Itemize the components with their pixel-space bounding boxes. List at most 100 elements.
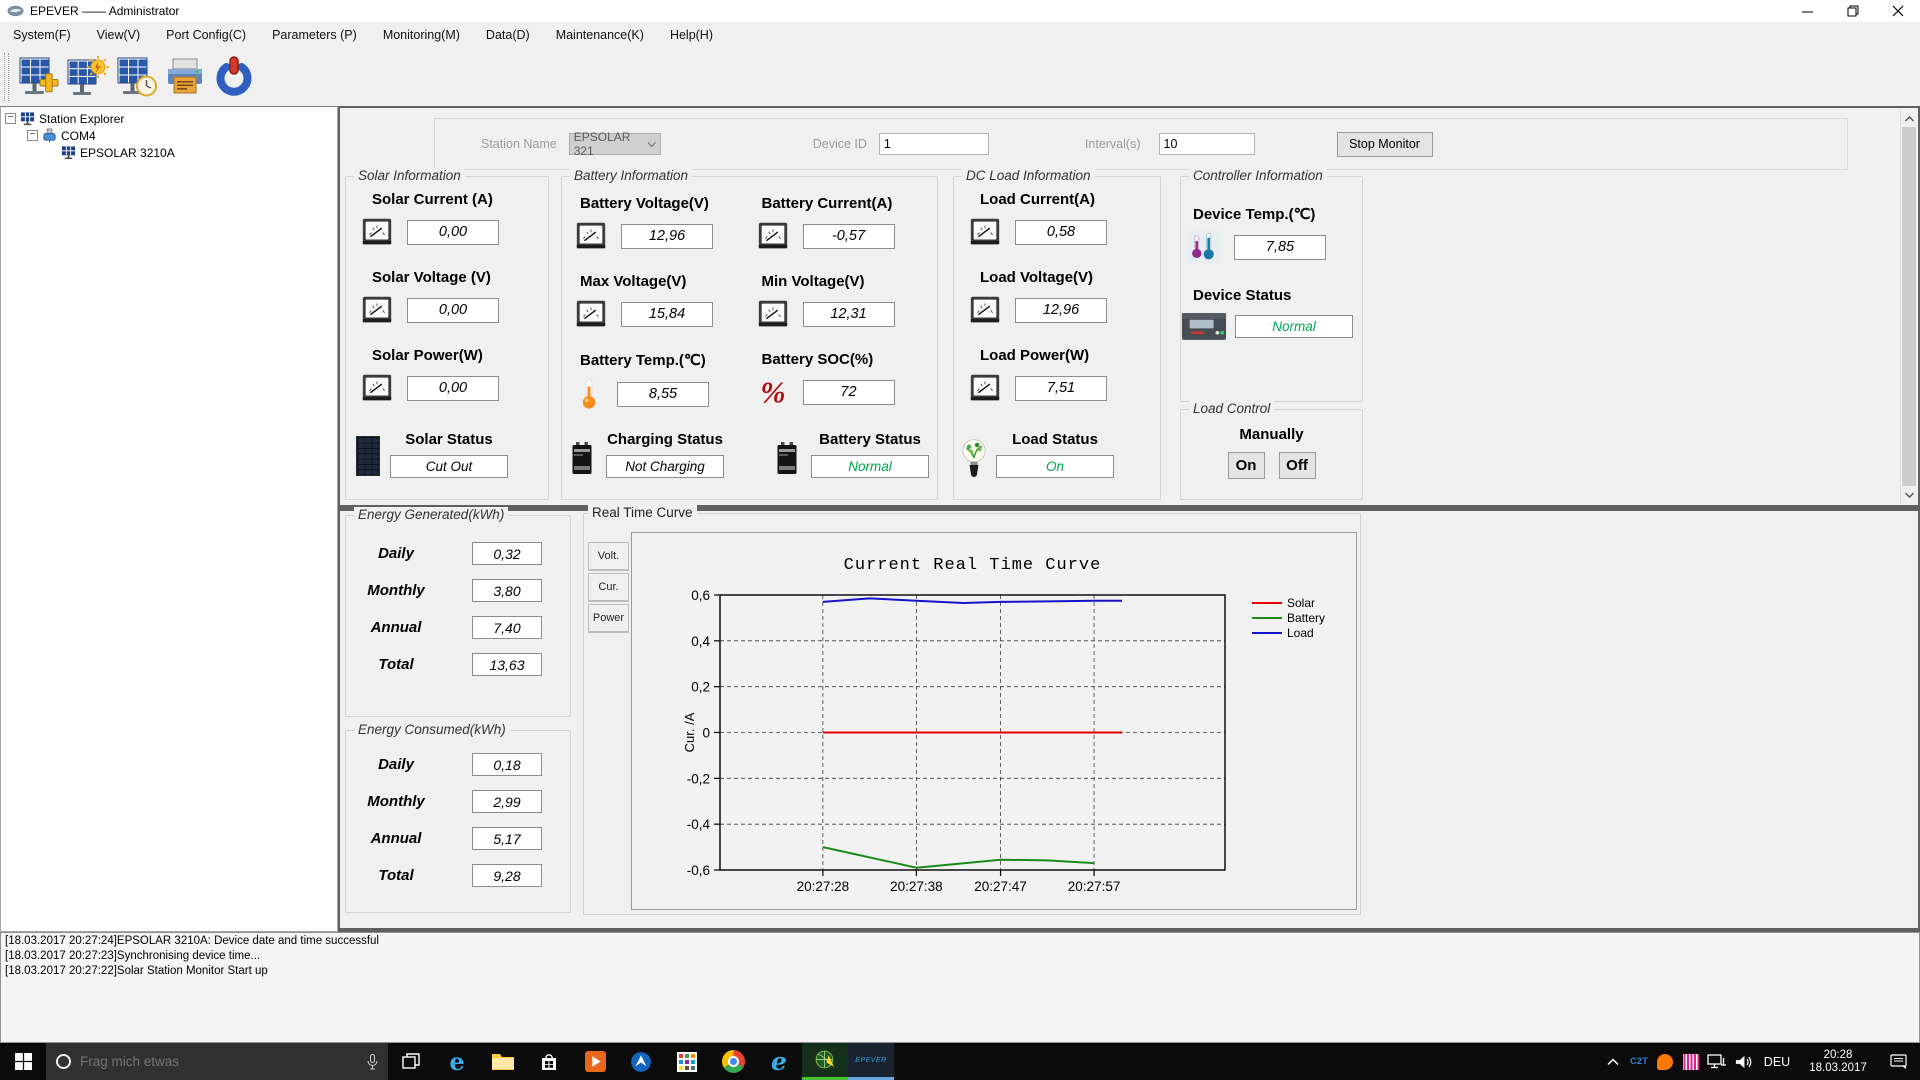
battery-temp-value: 8,55: [617, 381, 709, 407]
main-panel: Station Name EPSOLAR 321 Device ID Inter…: [338, 106, 1920, 932]
scroll-up-icon[interactable]: [1901, 110, 1917, 127]
daily-value: 0,18: [472, 753, 542, 776]
menu-port-config[interactable]: Port Config(C): [153, 23, 259, 47]
start-button[interactable]: [0, 1043, 46, 1080]
battery-information-panel: Battery Information Battery Voltage(V) 1…: [561, 168, 938, 500]
tree-item-com4[interactable]: − COM4: [5, 127, 337, 144]
gauge-icon: [756, 219, 790, 253]
min-voltage-value: 12,31: [802, 301, 895, 327]
svg-text:Load: Load: [1287, 626, 1314, 640]
menu-monitoring[interactable]: Monitoring(M): [370, 23, 473, 47]
svg-text:%: %: [760, 375, 785, 409]
toolbar-grip: [4, 53, 9, 101]
tab-volt[interactable]: Volt.: [588, 542, 629, 571]
charging-status-value: Not Charging: [606, 455, 724, 478]
device-id-input[interactable]: [878, 133, 989, 155]
load-off-button[interactable]: Off: [1278, 452, 1316, 479]
battery-current-metric: Battery Current(A) -0,57: [750, 195, 932, 259]
tray-network-icon[interactable]: [1704, 1043, 1730, 1080]
load-voltage-value: 12,96: [1015, 297, 1107, 323]
svg-text:20:27:28: 20:27:28: [797, 879, 850, 894]
energy-consumed-total-row: Total 9,28: [346, 864, 570, 887]
taskbar-internet-explorer-icon[interactable]: e: [756, 1043, 802, 1080]
close-button[interactable]: [1875, 0, 1920, 22]
svg-text:0,4: 0,4: [691, 634, 710, 649]
dual-thermometer-icon: [1187, 230, 1221, 264]
task-view-button[interactable]: [388, 1043, 434, 1080]
stop-monitor-button[interactable]: Stop Monitor: [1336, 131, 1433, 157]
microphone-icon[interactable]: [367, 1053, 378, 1070]
tray-clock[interactable]: 20:28 18.03.2017: [1798, 1043, 1878, 1080]
station-parameters-icon[interactable]: [64, 54, 110, 100]
battery-status-value: Normal: [811, 455, 929, 478]
taskbar-solar-monitor-icon[interactable]: [802, 1043, 848, 1080]
thermometer-icon: [574, 376, 604, 412]
svg-text:-0,6: -0,6: [687, 863, 710, 878]
taskbar-app-grid-icon[interactable]: [664, 1043, 710, 1080]
daily-value: 0,32: [472, 542, 542, 565]
collapse-expander-icon[interactable]: −: [27, 130, 38, 141]
interval-input[interactable]: [1158, 133, 1255, 155]
controller-panel-title: Controller Information: [1189, 168, 1327, 183]
taskbar-store-icon[interactable]: [526, 1043, 572, 1080]
menu-bar: System(F) View(V) Port Config(C) Paramet…: [0, 22, 1920, 48]
title-bar: EPEVER —— Administrator: [0, 0, 1920, 22]
print-icon[interactable]: [162, 54, 208, 100]
charging-status-label: Charging Status: [607, 431, 723, 448]
energy-generated-daily-row: Daily 0,32: [346, 542, 570, 565]
power-exit-icon[interactable]: [211, 54, 257, 100]
taskbar-edge-icon[interactable]: e: [434, 1043, 480, 1080]
collapse-expander-icon[interactable]: −: [5, 113, 16, 124]
tab-cur[interactable]: Cur.: [588, 573, 629, 602]
tray-c2t-icon[interactable]: C2T: [1626, 1043, 1652, 1080]
taskbar-file-explorer-icon[interactable]: [480, 1043, 526, 1080]
svg-text:0: 0: [702, 726, 710, 741]
tray-chevron-up-icon[interactable]: [1600, 1043, 1626, 1080]
taskbar-chrome-icon[interactable]: [710, 1043, 756, 1080]
battery-panel-title: Battery Information: [570, 168, 693, 183]
tab-power[interactable]: Power: [588, 604, 629, 633]
station-time-icon[interactable]: [113, 54, 159, 100]
tray-striped-icon[interactable]: [1678, 1043, 1704, 1080]
station-icon: [20, 111, 35, 126]
tray-avast-icon[interactable]: [1652, 1043, 1678, 1080]
menu-help[interactable]: Help(H): [657, 23, 726, 47]
load-status-block: Load Status On: [958, 431, 1160, 478]
tray-speaker-icon[interactable]: [1730, 1043, 1756, 1080]
taskbar-epever-app-icon[interactable]: EPEVER: [848, 1043, 894, 1080]
load-on-button[interactable]: On: [1227, 452, 1265, 479]
taskbar-player-icon[interactable]: [618, 1043, 664, 1080]
menu-maintenance[interactable]: Maintenance(K): [543, 23, 657, 47]
total-label: Total: [378, 656, 414, 673]
menu-system[interactable]: System(F): [0, 23, 84, 47]
monthly-value: 2,99: [472, 790, 542, 813]
taskbar-search[interactable]: [46, 1043, 388, 1080]
menu-data[interactable]: Data(D): [473, 23, 543, 47]
tree-item-epsolar-3210a[interactable]: EPSOLAR 3210A: [5, 144, 337, 161]
log-line: [18.03.2017 20:27:23]Synchronising devic…: [5, 950, 261, 962]
device-id-label: Device ID: [812, 137, 867, 151]
minimize-button[interactable]: [1785, 0, 1830, 22]
interval-label: Interval(s): [1084, 137, 1141, 151]
monitor-scrollbar[interactable]: [1900, 110, 1917, 503]
notification-center-icon[interactable]: [1878, 1043, 1920, 1080]
energy-consumed-panel: Energy Consumed(kWh) Daily 0,18 Monthly …: [345, 722, 571, 913]
tree-item-station-explorer[interactable]: − Station Explorer: [5, 110, 337, 127]
search-input[interactable]: [80, 1054, 358, 1069]
log-line: [18.03.2017 20:27:22]Solar Station Monit…: [5, 965, 268, 977]
menu-view[interactable]: View(V): [84, 23, 154, 47]
add-station-icon[interactable]: [15, 54, 61, 100]
taskbar-media-player-icon[interactable]: [572, 1043, 618, 1080]
scrollbar-thumb[interactable]: [1902, 127, 1916, 486]
daily-label: Daily: [378, 756, 414, 773]
station-name-select[interactable]: EPSOLAR 321: [568, 130, 661, 158]
scroll-down-icon[interactable]: [1901, 486, 1917, 503]
cortana-icon: [56, 1054, 71, 1069]
energy-consumed-monthly-row: Monthly 2,99: [346, 790, 570, 813]
c2t-label: C2T: [1630, 1056, 1648, 1067]
tray-language-indicator[interactable]: DEU: [1756, 1043, 1798, 1080]
solar-information-panel: Solar Information Solar Current (A) 0,00…: [345, 168, 549, 500]
menu-parameters[interactable]: Parameters (P): [259, 23, 370, 47]
restore-button[interactable]: [1830, 0, 1875, 22]
battery-icon: [769, 438, 805, 478]
